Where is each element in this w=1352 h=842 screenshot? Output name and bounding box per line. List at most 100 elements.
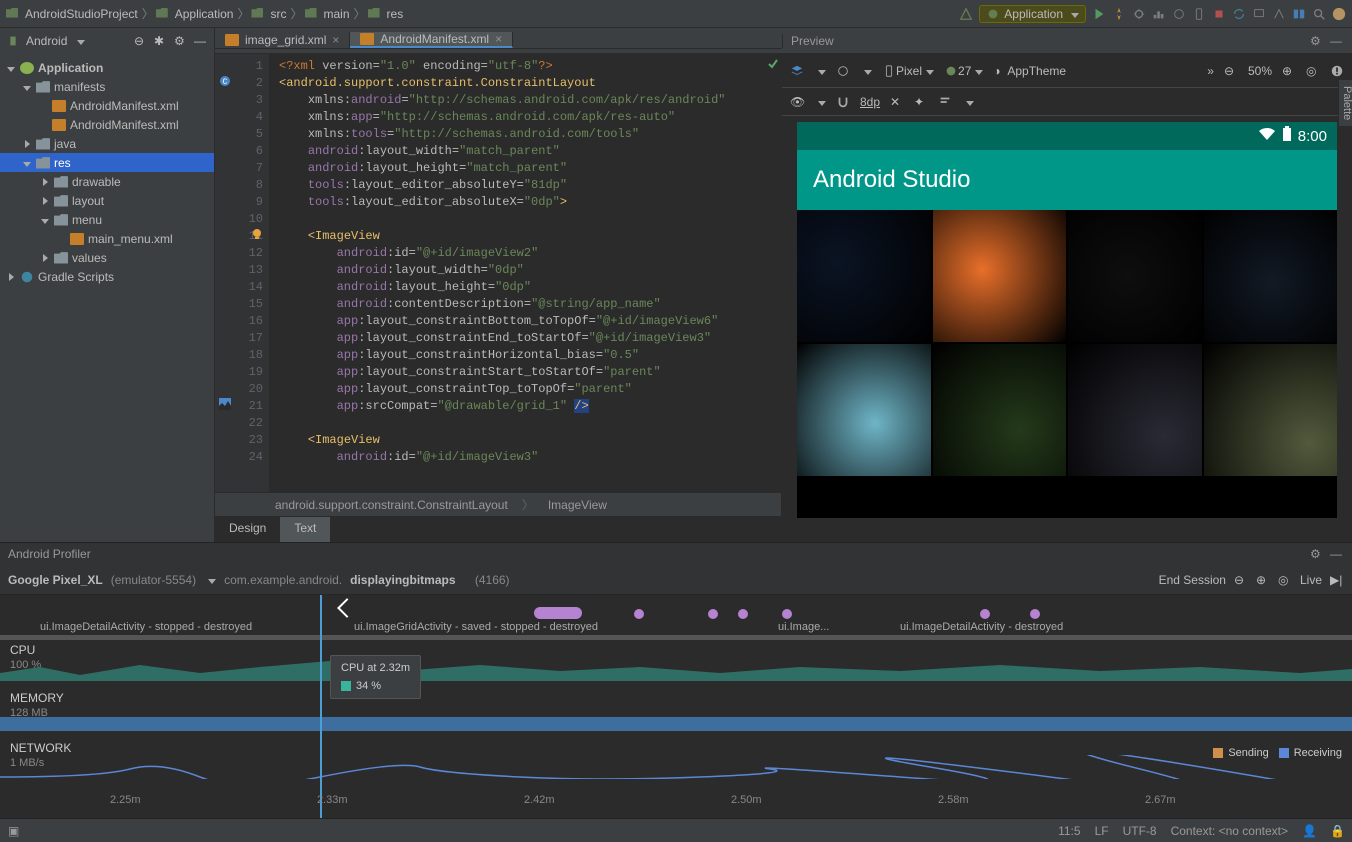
crumb-project[interactable]: AndroidStudioProject bbox=[6, 7, 138, 21]
layers-icon[interactable] bbox=[790, 64, 804, 78]
sync-icon[interactable] bbox=[1232, 7, 1246, 21]
tree-manifest-file[interactable]: AndroidManifest.xml bbox=[0, 115, 214, 134]
clear-constraints-icon[interactable]: ✕ bbox=[890, 95, 904, 109]
device-icon[interactable] bbox=[1192, 7, 1206, 21]
tree-manifest-file[interactable]: AndroidManifest.xml bbox=[0, 96, 214, 115]
orientation-icon[interactable] bbox=[836, 64, 850, 78]
code-area[interactable]: 123456789101112131415161718192021222324 … bbox=[215, 54, 781, 492]
tree-layout[interactable]: layout bbox=[0, 191, 214, 210]
attach-debugger-icon[interactable] bbox=[1172, 7, 1186, 21]
end-session-button[interactable]: End Session bbox=[1159, 573, 1226, 587]
caret-position[interactable]: 11:5 bbox=[1058, 824, 1080, 838]
avatar-icon[interactable] bbox=[1332, 7, 1346, 21]
make-project-icon[interactable] bbox=[959, 7, 973, 21]
tree-main-menu[interactable]: main_menu.xml bbox=[0, 229, 214, 248]
tree-manifests[interactable]: manifests bbox=[0, 77, 214, 96]
lock-icon[interactable]: 🔒 bbox=[1330, 824, 1344, 838]
gear-icon[interactable]: ⚙ bbox=[1310, 547, 1324, 561]
grid-thumbnail[interactable] bbox=[1068, 210, 1202, 342]
run-icon[interactable] bbox=[1092, 7, 1106, 21]
live-button[interactable]: Live bbox=[1300, 573, 1322, 587]
project-tree[interactable]: Application manifests AndroidManifest.xm… bbox=[0, 54, 215, 542]
grid-thumbnail[interactable] bbox=[797, 210, 931, 342]
chevron-down-icon[interactable] bbox=[73, 34, 85, 48]
more-icon[interactable]: » bbox=[1207, 64, 1214, 78]
tree-drawable[interactable]: drawable bbox=[0, 172, 214, 191]
magnet-icon[interactable] bbox=[836, 95, 850, 109]
tab-image-grid[interactable]: image_grid.xml× bbox=[215, 32, 350, 48]
playhead[interactable] bbox=[320, 595, 322, 818]
code-text[interactable]: <?xml version="1.0" encoding="utf-8"?> <… bbox=[269, 54, 726, 492]
tree-values[interactable]: values bbox=[0, 248, 214, 267]
bulb-icon[interactable] bbox=[251, 228, 263, 240]
eye-icon[interactable]: 👁 bbox=[790, 95, 804, 109]
crumb-module[interactable]: Application bbox=[156, 7, 234, 21]
crumb-src[interactable]: src bbox=[251, 7, 286, 21]
stop-icon[interactable] bbox=[1212, 7, 1226, 21]
api-select[interactable]: 27 bbox=[944, 64, 983, 78]
line-separator[interactable]: LF bbox=[1095, 824, 1109, 838]
palette-tab[interactable]: Palette bbox=[1338, 80, 1352, 126]
gear-icon[interactable]: ⚙ bbox=[1310, 34, 1324, 48]
file-encoding[interactable]: UTF-8 bbox=[1123, 824, 1157, 838]
tab-manifest[interactable]: AndroidManifest.xml× bbox=[350, 32, 513, 48]
tree-menu[interactable]: menu bbox=[0, 210, 214, 229]
zoom-fit-icon[interactable]: ◎ bbox=[1306, 64, 1320, 78]
hide-icon[interactable]: — bbox=[194, 34, 208, 48]
default-margin[interactable]: 8dp bbox=[860, 95, 880, 109]
zoom-out-icon[interactable]: ⊖ bbox=[1234, 573, 1248, 587]
grid-thumbnail[interactable] bbox=[1204, 210, 1338, 342]
go-live-icon[interactable]: ▶| bbox=[1330, 573, 1344, 587]
device-preview[interactable]: 8:00 Android Studio bbox=[797, 122, 1337, 518]
apply-changes-icon[interactable] bbox=[1112, 7, 1126, 21]
grid-thumbnail[interactable] bbox=[1068, 344, 1202, 476]
structure-icon[interactable] bbox=[1292, 7, 1306, 21]
tree-gradle[interactable]: Gradle Scripts bbox=[0, 267, 214, 286]
warning-icon[interactable] bbox=[1330, 64, 1344, 78]
close-icon[interactable]: × bbox=[495, 32, 502, 46]
tree-java[interactable]: java bbox=[0, 134, 214, 153]
profiler-device[interactable]: Google Pixel_XL bbox=[8, 573, 103, 587]
network-track-label[interactable]: NETWORK bbox=[10, 741, 71, 755]
hide-icon[interactable]: — bbox=[1330, 547, 1344, 561]
crumb-constraintlayout[interactable]: android.support.constraint.ConstraintLay… bbox=[275, 498, 508, 512]
profile-icon[interactable] bbox=[1152, 7, 1166, 21]
tree-app[interactable]: Application bbox=[0, 58, 214, 77]
zoom-reset-icon[interactable]: ◎ bbox=[1278, 573, 1292, 587]
image-gutter-icon[interactable] bbox=[219, 398, 231, 410]
theme-select[interactable]: ◑AppTheme bbox=[993, 64, 1066, 78]
inspection-icon[interactable]: 👤 bbox=[1302, 824, 1316, 838]
run-config-select[interactable]: Application bbox=[979, 5, 1086, 23]
locate-icon[interactable]: ✱ bbox=[154, 34, 168, 48]
chevron-down-icon[interactable] bbox=[204, 573, 216, 587]
crumb-res[interactable]: res bbox=[368, 7, 404, 21]
grid-thumbnail[interactable] bbox=[797, 344, 931, 476]
avd-manager-icon[interactable] bbox=[1252, 7, 1266, 21]
tab-text[interactable]: Text bbox=[280, 517, 330, 542]
grid-thumbnail[interactable] bbox=[933, 210, 1067, 342]
memory-track-label[interactable]: MEMORY bbox=[10, 691, 64, 705]
grid-thumbnail[interactable] bbox=[933, 344, 1067, 476]
gear-icon[interactable]: ⚙ bbox=[174, 34, 188, 48]
zoom-in-icon[interactable]: ⊕ bbox=[1256, 573, 1270, 587]
search-icon[interactable] bbox=[1312, 7, 1326, 21]
project-panel-header[interactable]: Android ⊖ ✱ ⚙ — bbox=[0, 28, 215, 54]
close-icon[interactable]: × bbox=[332, 33, 339, 47]
align-icon[interactable] bbox=[938, 95, 952, 109]
zoom-in-icon[interactable]: ⊕ bbox=[1282, 64, 1296, 78]
hide-icon[interactable]: — bbox=[1330, 34, 1344, 48]
zoom-out-icon[interactable]: ⊖ bbox=[1224, 64, 1238, 78]
debug-icon[interactable] bbox=[1132, 7, 1146, 21]
crumb-imageview[interactable]: ImageView bbox=[548, 498, 607, 512]
grid-thumbnail[interactable] bbox=[1204, 344, 1338, 476]
infer-constraints-icon[interactable]: ✦ bbox=[914, 95, 928, 109]
tree-res[interactable]: res bbox=[0, 153, 214, 172]
tool-windows-icon[interactable]: ▣ bbox=[8, 824, 22, 838]
context-label[interactable]: Context: <no context> bbox=[1171, 824, 1288, 838]
sdk-manager-icon[interactable] bbox=[1272, 7, 1286, 21]
class-gutter-icon[interactable]: C bbox=[219, 75, 231, 87]
tab-design[interactable]: Design bbox=[215, 517, 280, 542]
profiler-timeline[interactable]: ui.ImageDetailActivity - stopped - destr… bbox=[0, 595, 1352, 818]
editor-breadcrumb[interactable]: android.support.constraint.ConstraintLay… bbox=[215, 492, 781, 516]
collapse-icon[interactable]: ⊖ bbox=[134, 34, 148, 48]
